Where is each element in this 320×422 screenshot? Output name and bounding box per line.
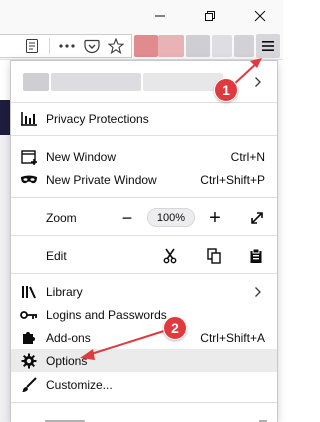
fullscreen-icon xyxy=(251,211,263,224)
copy-button[interactable] xyxy=(203,244,225,267)
blurred-toolbar-item[interactable] xyxy=(186,35,210,57)
zoom-in-button[interactable]: + xyxy=(205,206,225,229)
menu-item-label: Customize... xyxy=(46,378,113,392)
blurred-account-detail xyxy=(143,73,223,91)
paintbrush-icon xyxy=(20,376,38,394)
bookmark-button[interactable] xyxy=(105,35,127,57)
shortcut-label: Ctrl+Shift+P xyxy=(200,173,265,187)
shortcut-label: Ctrl+Shift+A xyxy=(200,331,265,345)
menu-item-label: Add-ons xyxy=(46,331,91,345)
menu-item-library[interactable]: Library xyxy=(11,280,277,303)
minimize-button[interactable] xyxy=(137,0,183,32)
nav-toolbar xyxy=(0,32,283,60)
plus-icon: + xyxy=(209,206,221,229)
blurred-toolbar-item[interactable] xyxy=(234,35,254,57)
clipboard-icon xyxy=(250,248,262,263)
zoom-out-button[interactable]: − xyxy=(117,206,137,229)
shortcut-label: Ctrl+N xyxy=(230,150,265,164)
blurred-account-avatar xyxy=(23,73,49,91)
reader-view-icon xyxy=(26,39,38,53)
menu-item-logins-and-passwords[interactable]: Logins and Passwords xyxy=(11,303,277,326)
fullscreen-button[interactable] xyxy=(247,206,267,229)
chevron-right-icon xyxy=(251,283,265,301)
zoom-reset-button[interactable]: 100% xyxy=(147,208,195,227)
menu-item-new-private-window[interactable]: New Private Window Ctrl+Shift+P xyxy=(11,168,277,191)
menu-item-privacy-protections[interactable]: Privacy Protections xyxy=(11,107,277,130)
pocket-button[interactable] xyxy=(81,35,103,57)
blurred-toolbar-item[interactable] xyxy=(212,35,232,57)
blurred-toolbar-item[interactable] xyxy=(134,35,158,57)
gear-icon xyxy=(20,352,38,370)
restore-icon xyxy=(205,11,215,21)
new-window-icon xyxy=(20,148,38,166)
close-icon xyxy=(254,10,266,22)
key-icon xyxy=(20,306,38,324)
private-mask-icon xyxy=(20,171,38,189)
scissors-icon xyxy=(163,248,177,263)
menu-separator xyxy=(11,273,277,274)
bookmark-star-icon xyxy=(108,38,124,54)
menu-item-label: Zoom xyxy=(46,211,77,225)
annotation-badge-2: 2 xyxy=(163,316,187,340)
menu-item-label: Edit xyxy=(46,249,67,263)
cut-off-menu-item[interactable] xyxy=(45,413,85,422)
copy-icon xyxy=(207,247,221,264)
menu-item-label: Logins and Passwords xyxy=(46,308,167,322)
menu-item-new-window[interactable]: New Window Ctrl+N xyxy=(11,145,277,168)
title-bar xyxy=(0,0,283,32)
menu-separator xyxy=(11,402,277,403)
menu-item-add-ons[interactable]: Add-ons Ctrl+Shift+A xyxy=(11,326,277,349)
menu-item-label: Library xyxy=(46,285,83,299)
minus-icon: − xyxy=(121,207,133,228)
menu-item-label: New Window xyxy=(46,150,117,164)
blurred-account-name xyxy=(51,73,141,91)
menu-separator xyxy=(11,135,277,136)
menu-item-label: New Private Window xyxy=(46,173,157,187)
menu-separator xyxy=(11,102,277,103)
page-actions-icon xyxy=(59,44,75,48)
toolbar-divider xyxy=(49,38,50,54)
chart-icon xyxy=(20,110,38,128)
menu-item-zoom: Zoom − 100% + xyxy=(11,206,277,229)
hamburger-menu-icon xyxy=(262,41,274,51)
menu-item-edit: Edit xyxy=(11,244,277,267)
page-actions-button[interactable] xyxy=(56,35,78,57)
menu-item-label: Privacy Protections xyxy=(46,112,149,126)
annotation-badge-1: 1 xyxy=(214,78,238,102)
open-menu-button[interactable] xyxy=(256,34,280,58)
cut-button[interactable] xyxy=(159,244,181,267)
restore-button[interactable] xyxy=(187,0,233,32)
pocket-icon xyxy=(84,39,100,53)
menu-separator xyxy=(11,235,277,236)
menu-item-options[interactable]: Options xyxy=(11,349,277,372)
minimize-icon xyxy=(155,15,165,17)
close-window-button[interactable] xyxy=(237,0,283,32)
paste-button[interactable] xyxy=(245,244,267,267)
menu-separator xyxy=(11,197,277,198)
menu-item-label: Options xyxy=(46,354,88,368)
reader-view-button[interactable] xyxy=(21,35,43,57)
app-menu-panel: Privacy Protections New Window Ctrl+N Ne… xyxy=(10,60,278,422)
chevron-right-icon xyxy=(251,73,265,91)
cut-off-chevron xyxy=(259,413,273,422)
puzzle-piece-icon xyxy=(20,329,38,347)
menu-item-customize[interactable]: Customize... xyxy=(11,373,277,396)
blurred-toolbar-item[interactable] xyxy=(158,35,184,57)
library-icon xyxy=(20,283,38,301)
